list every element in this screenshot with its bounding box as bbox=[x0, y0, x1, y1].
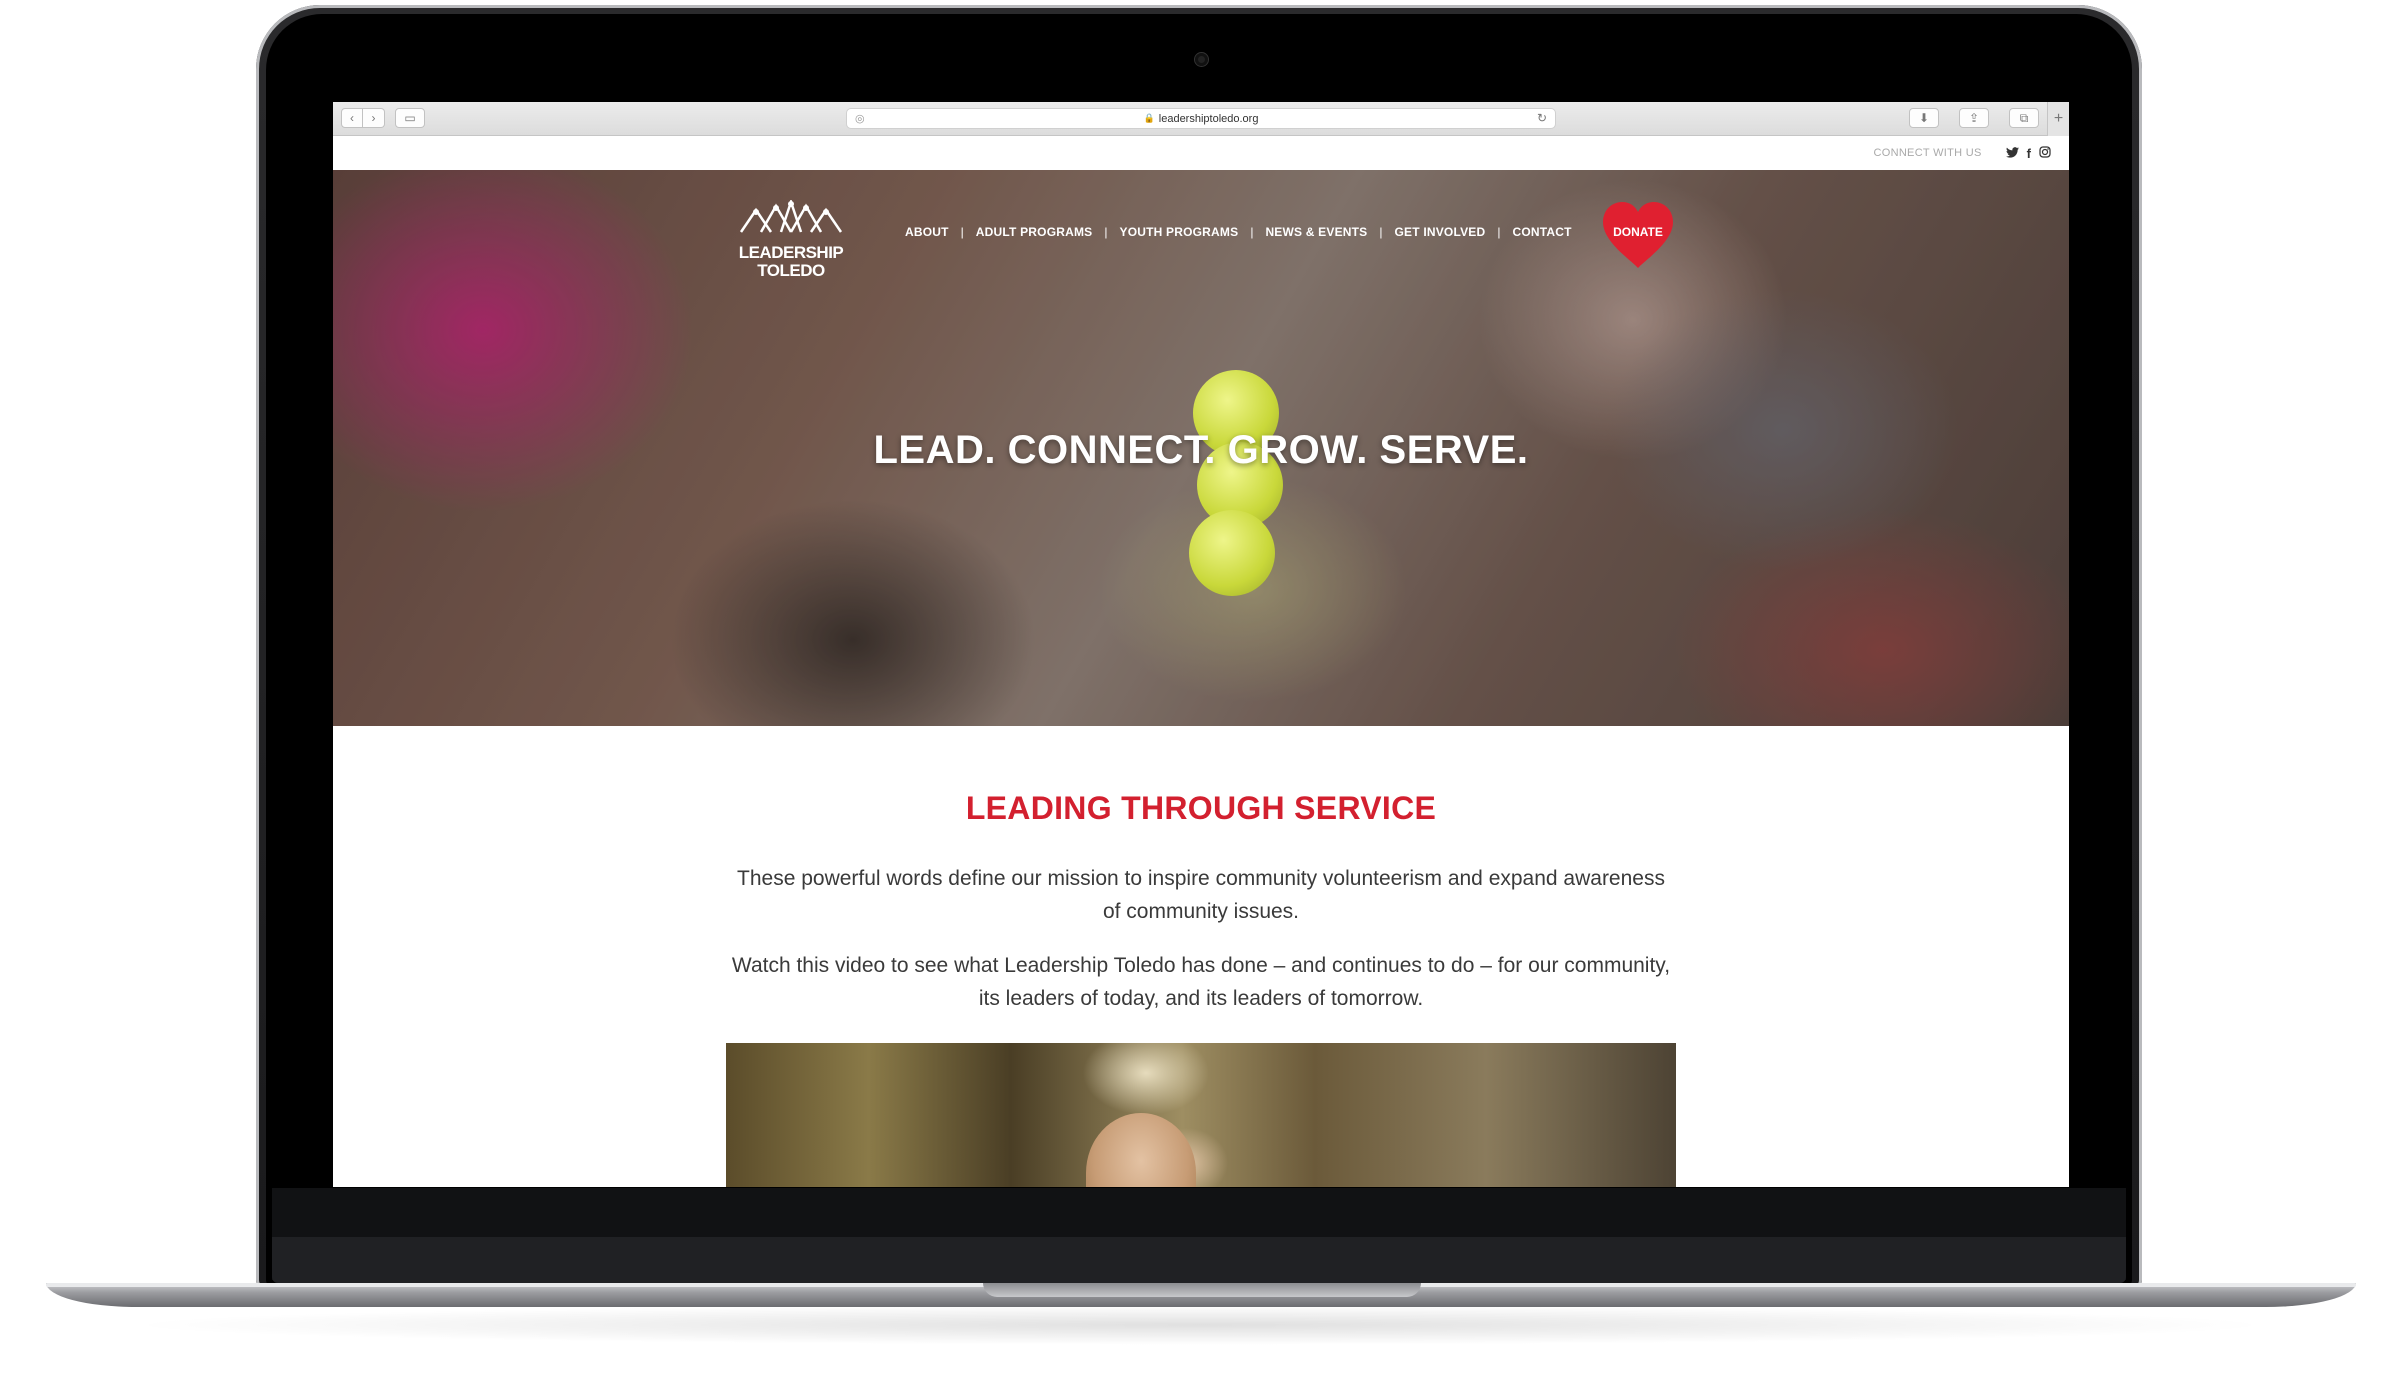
instagram-icon[interactable] bbox=[2039, 145, 2051, 161]
camera-icon bbox=[1195, 53, 1208, 66]
forward-icon: › bbox=[371, 111, 376, 125]
mission-paragraph: These powerful words define our mission … bbox=[737, 867, 1665, 923]
tabs-button[interactable]: ⧉ bbox=[2009, 108, 2039, 128]
facebook-icon[interactable]: f bbox=[2027, 146, 2031, 161]
utility-bar: CONNECT WITH US f bbox=[333, 136, 2069, 170]
tennis-ball bbox=[1189, 510, 1275, 596]
plus-icon: + bbox=[2053, 110, 2064, 127]
share-icon: ⇪ bbox=[1968, 111, 1980, 125]
nav-youth-programs[interactable]: YOUTH PROGRAMS bbox=[1120, 225, 1239, 239]
nav-separator: | bbox=[1104, 225, 1108, 239]
lock-icon: 🔒 bbox=[1143, 113, 1155, 123]
browser-toolbar: ‹ › ▭ ◎ 🔒 leadershiptoledo.org ↻ ⬇ ⇪ ⧉ + bbox=[333, 102, 2069, 136]
reload-icon[interactable]: ↻ bbox=[1537, 111, 1547, 125]
browser-nav-buttons: ‹ › ▭ bbox=[341, 108, 425, 128]
address-bar[interactable]: ◎ 🔒 leadershiptoledo.org ↻ bbox=[846, 108, 1556, 129]
donate-label: DONATE bbox=[1613, 225, 1663, 239]
browser-window: ‹ › ▭ ◎ 🔒 leadershiptoledo.org ↻ ⬇ ⇪ ⧉ +… bbox=[333, 102, 2069, 1187]
video-intro-paragraph: Watch this video to see what Leadership … bbox=[731, 954, 1671, 1010]
tennis-balls-image bbox=[1189, 370, 1283, 600]
url-text: leadershiptoledo.org bbox=[1158, 112, 1259, 125]
nav-separator: | bbox=[1250, 225, 1254, 239]
laptop-chin-strip bbox=[272, 1237, 2126, 1283]
share-button[interactable]: ⇪ bbox=[1959, 108, 1989, 128]
nav-adult-programs[interactable]: ADULT PROGRAMS bbox=[976, 225, 1093, 239]
laptop-notch bbox=[983, 1283, 1421, 1297]
new-tab-button[interactable]: + bbox=[2047, 102, 2069, 136]
nav-get-involved[interactable]: GET INVOLVED bbox=[1395, 225, 1486, 239]
reader-icon[interactable]: ◎ bbox=[855, 112, 865, 125]
nav-news-events[interactable]: NEWS & EVENTS bbox=[1265, 225, 1367, 239]
section-title: LEADING THROUGH SERVICE bbox=[965, 790, 1437, 826]
nav-contact[interactable]: CONTACT bbox=[1513, 225, 1572, 239]
main-content: LEADING THROUGH SERVICE These powerful w… bbox=[333, 726, 2069, 1187]
main-nav: ABOUT | ADULT PROGRAMS | YOUTH PROGRAMS … bbox=[905, 225, 1572, 239]
nav-about[interactable]: ABOUT bbox=[905, 225, 949, 239]
nav-separator: | bbox=[1379, 225, 1383, 239]
connect-label: CONNECT WITH US bbox=[1873, 147, 1982, 159]
sidebar-button[interactable]: ▭ bbox=[395, 108, 425, 128]
hero-title: LEAD. CONNECT. GROW. SERVE. bbox=[873, 428, 1529, 472]
tabs-icon: ⧉ bbox=[2019, 110, 2029, 125]
nav-separator: | bbox=[960, 225, 964, 239]
download-icon: ⬇ bbox=[1918, 111, 1930, 125]
nav-separator: | bbox=[1497, 225, 1501, 239]
logo-text-line2: TOLEDO bbox=[757, 261, 825, 280]
back-button[interactable]: ‹ bbox=[341, 108, 363, 128]
hero-section: LEADERSHIP TOLEDO ABOUT | ADULT PROGRAMS… bbox=[333, 170, 2069, 726]
logo-crown-icon bbox=[726, 198, 856, 244]
donate-button[interactable]: DONATE bbox=[1601, 200, 1675, 270]
downloads-button[interactable]: ⬇ bbox=[1909, 108, 1939, 128]
laptop-shadow bbox=[120, 1305, 2280, 1345]
logo-text-line1: LEADERSHIP bbox=[738, 243, 844, 262]
video-player[interactable] bbox=[726, 1043, 1676, 1187]
back-icon: ‹ bbox=[350, 111, 354, 125]
twitter-icon[interactable] bbox=[2005, 146, 2019, 161]
forward-button[interactable]: › bbox=[363, 108, 385, 128]
site-logo[interactable]: LEADERSHIP TOLEDO bbox=[726, 198, 856, 295]
browser-right-buttons: ⬇ ⇪ ⧉ bbox=[1899, 108, 2039, 128]
sidebar-icon: ▭ bbox=[404, 111, 416, 125]
video-thumbnail-person bbox=[1086, 1113, 1196, 1187]
